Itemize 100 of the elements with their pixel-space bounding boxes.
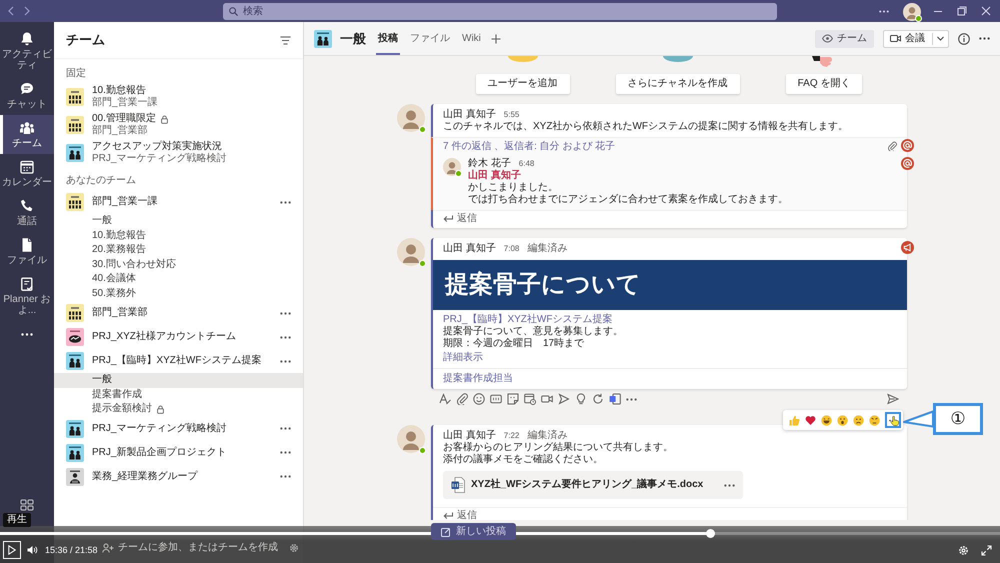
nav-button[interactable]: ファイル: [0, 232, 54, 271]
laughing-face-icon[interactable]: [821, 414, 832, 426]
channel-item[interactable]: 提案書作成: [54, 388, 303, 402]
sticker-icon[interactable]: [507, 393, 519, 405]
calendar-clock-icon[interactable]: [524, 393, 536, 405]
reply-arrow-icon: [443, 512, 453, 520]
smiley-icon[interactable]: [473, 393, 485, 405]
message-text: かしこまりました。: [468, 182, 559, 194]
more-options-icon[interactable]: [280, 360, 291, 362]
search-field[interactable]: 検索: [223, 2, 777, 20]
play-outline-icon[interactable]: [558, 393, 570, 405]
sad-face-icon[interactable]: [853, 414, 864, 426]
team-button[interactable]: チーム: [815, 30, 874, 48]
more-options-icon[interactable]: [724, 484, 735, 486]
join-team-button[interactable]: チームに参加、またはチームを作成: [118, 542, 278, 554]
restore-icon[interactable]: [957, 6, 967, 16]
welcome-button[interactable]: さらにチャネルを作成: [616, 74, 740, 94]
file-attachment[interactable]: XYZ社_WFシステム要件ヒアリング_議事メモ.docx: [443, 471, 743, 499]
progress-handle[interactable]: [706, 529, 715, 538]
reply-arrow-icon: [443, 215, 453, 223]
tab[interactable]: 投稿: [376, 22, 400, 55]
channel-item[interactable]: 20.業務報告: [54, 243, 303, 258]
team-item[interactable]: PRJ_新製品企画プロジェクト: [54, 440, 303, 464]
more-options-icon[interactable]: [280, 200, 291, 204]
meet-button[interactable]: 会議: [883, 30, 949, 48]
reply-button[interactable]: 返信: [433, 508, 487, 520]
team-item[interactable]: 部門_営業一課: [54, 190, 303, 214]
reply-field[interactable]: 提案書作成担当: [433, 368, 907, 389]
calendar-icon: [19, 159, 35, 175]
team-avatar-icon: [66, 352, 84, 370]
channel-title: 一般: [340, 30, 366, 46]
text-format-icon[interactable]: [439, 393, 451, 405]
channel-item[interactable]: 提示金額検討: [54, 402, 303, 416]
team-item[interactable]: PRJ_XYZ社様アカウントチーム: [54, 325, 303, 349]
document-icon[interactable]: [609, 393, 621, 405]
more-options-icon[interactable]: [280, 336, 291, 338]
more-options-icon[interactable]: [280, 451, 291, 454]
close-icon[interactable]: [981, 6, 991, 16]
mention-text[interactable]: 山田 真知子: [468, 170, 788, 182]
message-text: 期限：今週の金曜日 17時まで: [443, 338, 586, 350]
settings-icon[interactable]: [289, 542, 299, 552]
channel-item[interactable]: 40.会議体: [54, 272, 303, 286]
apps-icon[interactable]: [20, 499, 34, 511]
pinned-channel-item[interactable]: 10.勤怠報告 部門_営業一課: [54, 83, 303, 111]
new-post-button[interactable]: 新しい投稿: [431, 523, 516, 540]
team-item[interactable]: 部門_営業部: [54, 301, 303, 325]
pinned-channel-item[interactable]: アクセスアップ対策実施状況 PRJ_マーケティング戦略検討: [54, 139, 303, 167]
paperclip-icon[interactable]: [456, 393, 468, 405]
play-icon: [8, 545, 16, 555]
channel-item[interactable]: 10.勤怠報告: [54, 228, 303, 243]
pinned-channel-item[interactable]: 00.管理職限定 部門_営業部: [54, 111, 303, 139]
nav-button[interactable]: チーム: [0, 115, 54, 154]
welcome-button[interactable]: FAQ を開く: [786, 74, 862, 94]
replies-link[interactable]: 7 件の返信 、返信者: 自分 および 花子: [443, 141, 616, 153]
play-button[interactable]: [3, 541, 21, 559]
more-options-icon[interactable]: [979, 37, 990, 40]
plus-icon[interactable]: [490, 34, 501, 44]
channel-item[interactable]: 30.問い合わせ対応: [54, 258, 303, 272]
info-icon[interactable]: [958, 32, 970, 44]
team-item[interactable]: 業務_経理業務グループ: [54, 464, 303, 488]
thumbs-up-icon[interactable]: [789, 414, 800, 426]
tab[interactable]: Wiki: [460, 22, 483, 55]
nav-button[interactable]: チャット: [0, 76, 54, 115]
expand-arrows-icon[interactable]: [981, 544, 992, 556]
avatar-icon: [443, 158, 461, 176]
speaker-icon[interactable]: [27, 545, 38, 555]
send-icon[interactable]: [887, 393, 899, 405]
video-camera-icon[interactable]: [541, 393, 553, 405]
team-avatar-icon: [66, 144, 84, 162]
filter-icon[interactable]: [280, 36, 291, 44]
nav-button[interactable]: アクティビティ: [0, 26, 54, 76]
more-options-icon[interactable]: [280, 427, 291, 430]
team-link[interactable]: PRJ_【臨時】XYZ社WFシステム提案: [443, 314, 612, 326]
nav-button[interactable]: 通話: [0, 193, 54, 232]
more-options-icon[interactable]: [280, 312, 291, 314]
heart-icon[interactable]: [805, 414, 816, 426]
team-item[interactable]: PRJ_【臨時】XYZ社WFシステム提案: [54, 349, 303, 373]
reply-button[interactable]: 返信: [433, 211, 487, 228]
angry-face-icon[interactable]: [869, 414, 880, 426]
tab[interactable]: ファイル: [408, 22, 452, 55]
team-item[interactable]: PRJ_マーケティング戦略検討: [54, 416, 303, 440]
search-icon: [229, 6, 238, 16]
rounded-rectangle-icon[interactable]: [490, 393, 502, 405]
lightbulb-icon[interactable]: [575, 393, 587, 405]
team-avatar-icon: [66, 116, 84, 134]
more-options-icon[interactable]: [280, 475, 291, 478]
nav-button[interactable]: Planner およ...: [0, 271, 54, 321]
team-avatar-icon: [66, 193, 84, 211]
see-more-link[interactable]: 詳細表示: [443, 352, 483, 364]
channel-item[interactable]: 一般: [54, 373, 303, 388]
refresh-icon[interactable]: [592, 393, 604, 405]
more-options-icon[interactable]: [21, 333, 33, 336]
welcome-button[interactable]: ユーザーを追加: [476, 74, 570, 94]
more-options-icon[interactable]: [879, 10, 889, 12]
tooltip: 再生: [3, 513, 31, 527]
more-options-icon[interactable]: [626, 398, 637, 400]
surprised-face-icon[interactable]: [837, 414, 848, 426]
nav-button[interactable]: カレンダー: [0, 154, 54, 193]
channel-item[interactable]: 50.業務外: [54, 286, 303, 301]
channel-item[interactable]: 一般: [54, 214, 303, 228]
